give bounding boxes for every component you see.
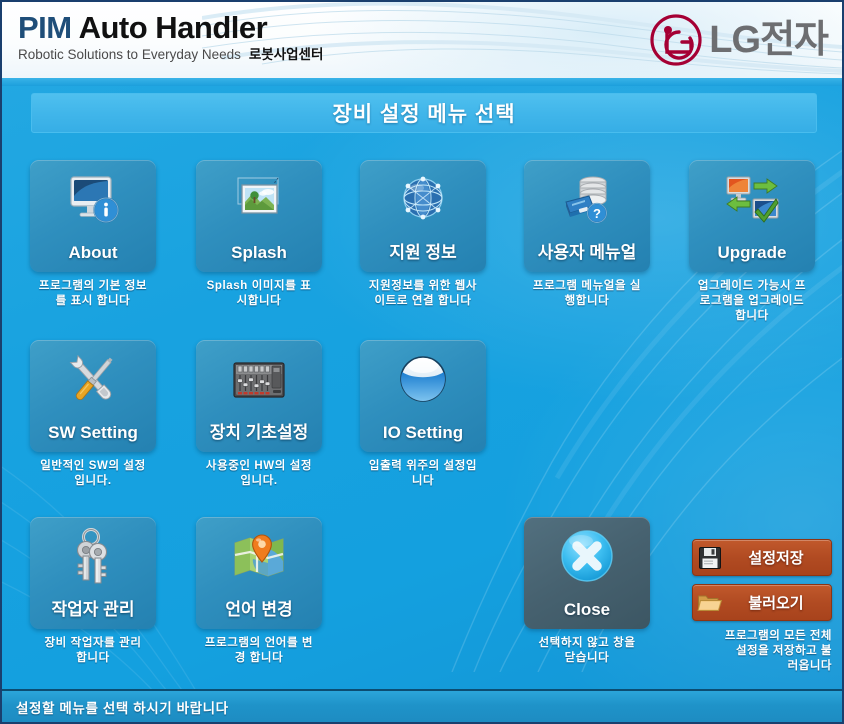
tile-description: 프로그램의 기본 정보 를 표시 합니다 (38, 280, 148, 307)
menu-item-sw-setting[interactable]: SW Setting 일반적인 SW의 설정 입니다. (8, 340, 178, 489)
disk-help-icon: ? (524, 169, 650, 231)
action-group-description: 프로그램의 모든 전체 설정을 저장하고 불 러옵니다 (724, 630, 832, 672)
menu-item-splash[interactable]: Splash Splash 이미지를 표 시합니다 (174, 160, 344, 309)
application-window: PIM Auto Handler Robotic Solutions to Ev… (0, 0, 844, 724)
menu-item-io-setting[interactable]: IO Setting 입출력 위주의 설정입 니다 (338, 340, 508, 489)
tile-label: 사용자 메뉴얼 (537, 243, 637, 262)
page-title-bar: 장비 설정 메뉴 선택 (31, 93, 817, 133)
keys-icon (30, 526, 156, 588)
status-bar: 설정할 메뉴를 선택 하시기 바랍니다 (2, 689, 842, 722)
load-settings-button[interactable]: 불러오기 (692, 584, 832, 621)
tile-description: 사용중인 HW의 설정 입니다. (205, 460, 313, 487)
tile-label: 언어 변경 (225, 600, 293, 619)
app-title: PIM Auto Handler (18, 11, 323, 45)
tile-user-manual-button[interactable]: ? 사용자 메뉴얼 (524, 160, 650, 272)
tile-device-base-setting-button[interactable]: 장치 기초설정 (196, 340, 322, 452)
svg-text:?: ? (593, 206, 601, 221)
open-folder-icon (693, 591, 727, 615)
tile-label: IO Setting (382, 423, 464, 442)
picture-frame-icon (196, 169, 322, 231)
menu-item-change-language[interactable]: 언어 변경 프로그램의 언어를 변 경 합니다 (174, 517, 344, 666)
close-x-circle-icon (524, 526, 650, 588)
globe-network-icon (360, 169, 486, 231)
tile-description: 지원정보를 위한 웹사 이트로 연결 합니다 (368, 280, 478, 307)
menu-item-about[interactable]: About 프로그램의 기본 정보 를 표시 합니다 (8, 160, 178, 309)
lg-circle-logo-icon (650, 14, 702, 66)
save-settings-button[interactable]: 설정저장 (692, 539, 832, 576)
tile-label: Splash (231, 243, 287, 262)
monitor-info-icon (30, 169, 156, 231)
tile-label: 작업자 관리 (51, 600, 135, 619)
brand-rest: Auto Handler (71, 10, 268, 45)
header-accent-bar (2, 78, 842, 86)
floppy-disk-icon (693, 546, 727, 570)
tile-description: 선택하지 않고 창을 닫습니다 (538, 637, 636, 664)
tile-description: 업그레이드 가능시 프 로그램을 업그레이드 합니다 (697, 280, 807, 322)
tile-label: 지원 정보 (389, 243, 457, 262)
tile-label: 장치 기초설정 (209, 423, 309, 442)
menu-item-device-base-setting[interactable]: 장치 기초설정 사용중인 HW의 설정 입니다. (174, 340, 344, 489)
tile-label: SW Setting (48, 423, 138, 442)
tile-description: 프로그램의 언어를 변 경 합니다 (204, 637, 314, 664)
brand-tagline-kr: 로봇사업센터 (248, 47, 324, 62)
menu-item-support-info[interactable]: 지원 정보 지원정보를 위한 웹사 이트로 연결 합니다 (338, 160, 508, 309)
menu-item-user-manual[interactable]: ? 사용자 메뉴얼 프로그램 메뉴얼을 실 행합니다 (502, 160, 672, 309)
tile-description: 프로그램 메뉴얼을 실 행합니다 (532, 280, 642, 307)
brand-prefix: PIM (18, 10, 72, 45)
page-title: 장비 설정 메뉴 선택 (332, 103, 516, 126)
menu-item-operator-management[interactable]: 작업자 관리 장비 작업자를 관리 합니다 (8, 517, 178, 666)
load-settings-label: 불러오기 (748, 595, 804, 612)
tile-splash-button[interactable]: Splash (196, 160, 322, 272)
action-button-group: 설정저장 불러오기 프로그램의 모든 전체 설정을 저장하고 불 러옵니다 (692, 539, 832, 674)
tile-upgrade-button[interactable]: Upgrade (689, 160, 815, 272)
app-header: PIM Auto Handler Robotic Solutions to Ev… (2, 2, 842, 78)
menu-item-close[interactable]: Close 선택하지 않고 창을 닫습니다 (502, 517, 672, 666)
blue-sphere-icon (360, 349, 486, 411)
tile-description: 입출력 위주의 설정입 니다 (368, 460, 478, 487)
tile-change-language-button[interactable]: 언어 변경 (196, 517, 322, 629)
tile-label: About (68, 243, 118, 262)
menu-item-upgrade[interactable]: Upgrade 업그레이드 가능시 프 로그램을 업그레이드 합니다 (667, 160, 837, 324)
map-pin-icon (196, 526, 322, 588)
status-message: 설정할 메뉴를 선택 하시기 바랍니다 (16, 700, 229, 716)
wrench-screwdriver-icon (30, 349, 156, 411)
upgrade-arrows-icon (689, 169, 815, 231)
tile-operator-management-button[interactable]: 작업자 관리 (30, 517, 156, 629)
tile-label: Upgrade (717, 243, 787, 262)
lg-logo-block: LG전자 (650, 14, 829, 66)
tile-sw-setting-button[interactable]: SW Setting (30, 340, 156, 452)
mixer-console-icon (196, 349, 322, 411)
tile-label: Close (563, 600, 611, 619)
tile-description: Splash 이미지를 표 시합니다 (206, 280, 312, 307)
tile-description: 일반적인 SW의 설정 입니다. (40, 460, 146, 487)
brand-tagline: Robotic Solutions to Everyday Needs (18, 47, 241, 62)
tile-io-setting-button[interactable]: IO Setting (360, 340, 486, 452)
tile-support-info-button[interactable]: 지원 정보 (360, 160, 486, 272)
lg-wordmark: LG전자 (709, 19, 829, 61)
brand-tagline-row: Robotic Solutions to Everyday Needs 로봇사업센… (18, 47, 323, 63)
brand-block: PIM Auto Handler Robotic Solutions to Ev… (18, 11, 323, 63)
save-settings-label: 설정저장 (748, 550, 804, 567)
tile-about-button[interactable]: About (30, 160, 156, 272)
tile-description: 장비 작업자를 관리 합니다 (44, 637, 142, 664)
tile-close-button[interactable]: Close (524, 517, 650, 629)
